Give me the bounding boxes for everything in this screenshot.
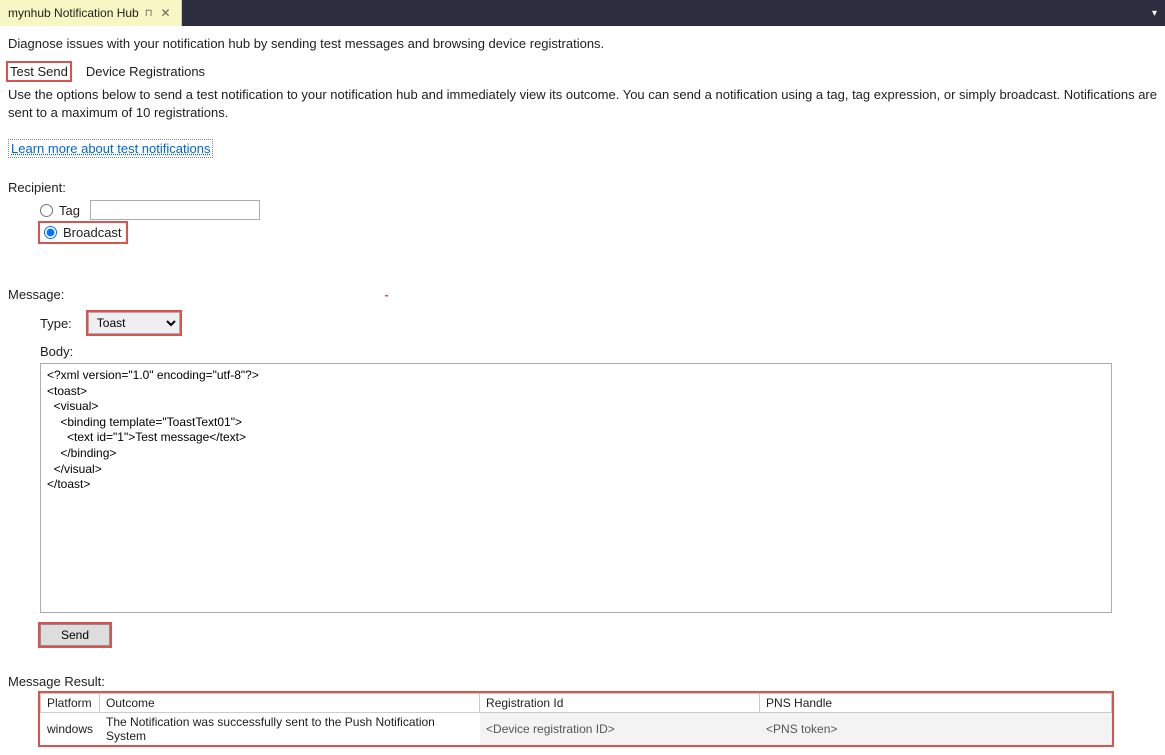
document-tab[interactable]: mynhub Notification Hub ⊓ ✕	[0, 0, 182, 26]
cell-registration-id: <Device registration ID>	[480, 713, 760, 746]
help-text: Use the options below to send a test not…	[8, 86, 1157, 121]
sub-tab-strip: Test Send Device Registrations	[8, 63, 1157, 80]
col-outcome: Outcome	[100, 694, 480, 713]
recipient-label: Recipient:	[8, 180, 1157, 195]
radio-broadcast-label: Broadcast	[63, 225, 122, 240]
radio-broadcast[interactable]	[44, 226, 57, 239]
cell-outcome: The Notification was successfully sent t…	[100, 713, 480, 746]
table-row[interactable]: windows The Notification was successfull…	[41, 713, 1112, 746]
cell-pns-handle: <PNS token>	[760, 713, 1112, 746]
tab-test-send[interactable]: Test Send	[8, 63, 70, 80]
cell-platform: windows	[41, 713, 100, 746]
col-pns-handle: PNS Handle	[760, 694, 1112, 713]
body-label: Body:	[40, 344, 1157, 359]
table-header-row: Platform Outcome Registration Id PNS Han…	[41, 694, 1112, 713]
result-table: Platform Outcome Registration Id PNS Han…	[40, 693, 1112, 745]
recipient-broadcast-row: Broadcast	[40, 223, 126, 242]
window-menu-caret-icon[interactable]: ▾	[1144, 0, 1165, 26]
body-textarea[interactable]	[40, 363, 1112, 613]
intro-text: Diagnose issues with your notification h…	[8, 36, 1157, 51]
send-button[interactable]: Send	[40, 624, 110, 646]
radio-tag[interactable]	[40, 204, 53, 217]
tag-input[interactable]	[90, 200, 260, 220]
tab-device-registrations[interactable]: Device Registrations	[84, 63, 207, 80]
tab-title: mynhub Notification Hub	[8, 6, 139, 20]
type-select[interactable]: Toast	[88, 312, 180, 334]
pin-icon[interactable]: ⊓	[145, 8, 153, 19]
message-result-label: Message Result:	[8, 674, 1157, 689]
type-label: Type:	[40, 316, 72, 331]
learn-more-link[interactable]: Learn more about test notifications	[8, 139, 213, 158]
close-icon[interactable]: ✕	[159, 6, 173, 20]
message-label: Message:	[8, 287, 64, 302]
title-bar: mynhub Notification Hub ⊓ ✕ ▾	[0, 0, 1165, 26]
col-platform: Platform	[41, 694, 100, 713]
radio-tag-label: Tag	[59, 203, 80, 218]
marker-dash: -	[384, 287, 388, 302]
recipient-tag-row: Tag	[40, 199, 1157, 221]
col-registration-id: Registration Id	[480, 694, 760, 713]
